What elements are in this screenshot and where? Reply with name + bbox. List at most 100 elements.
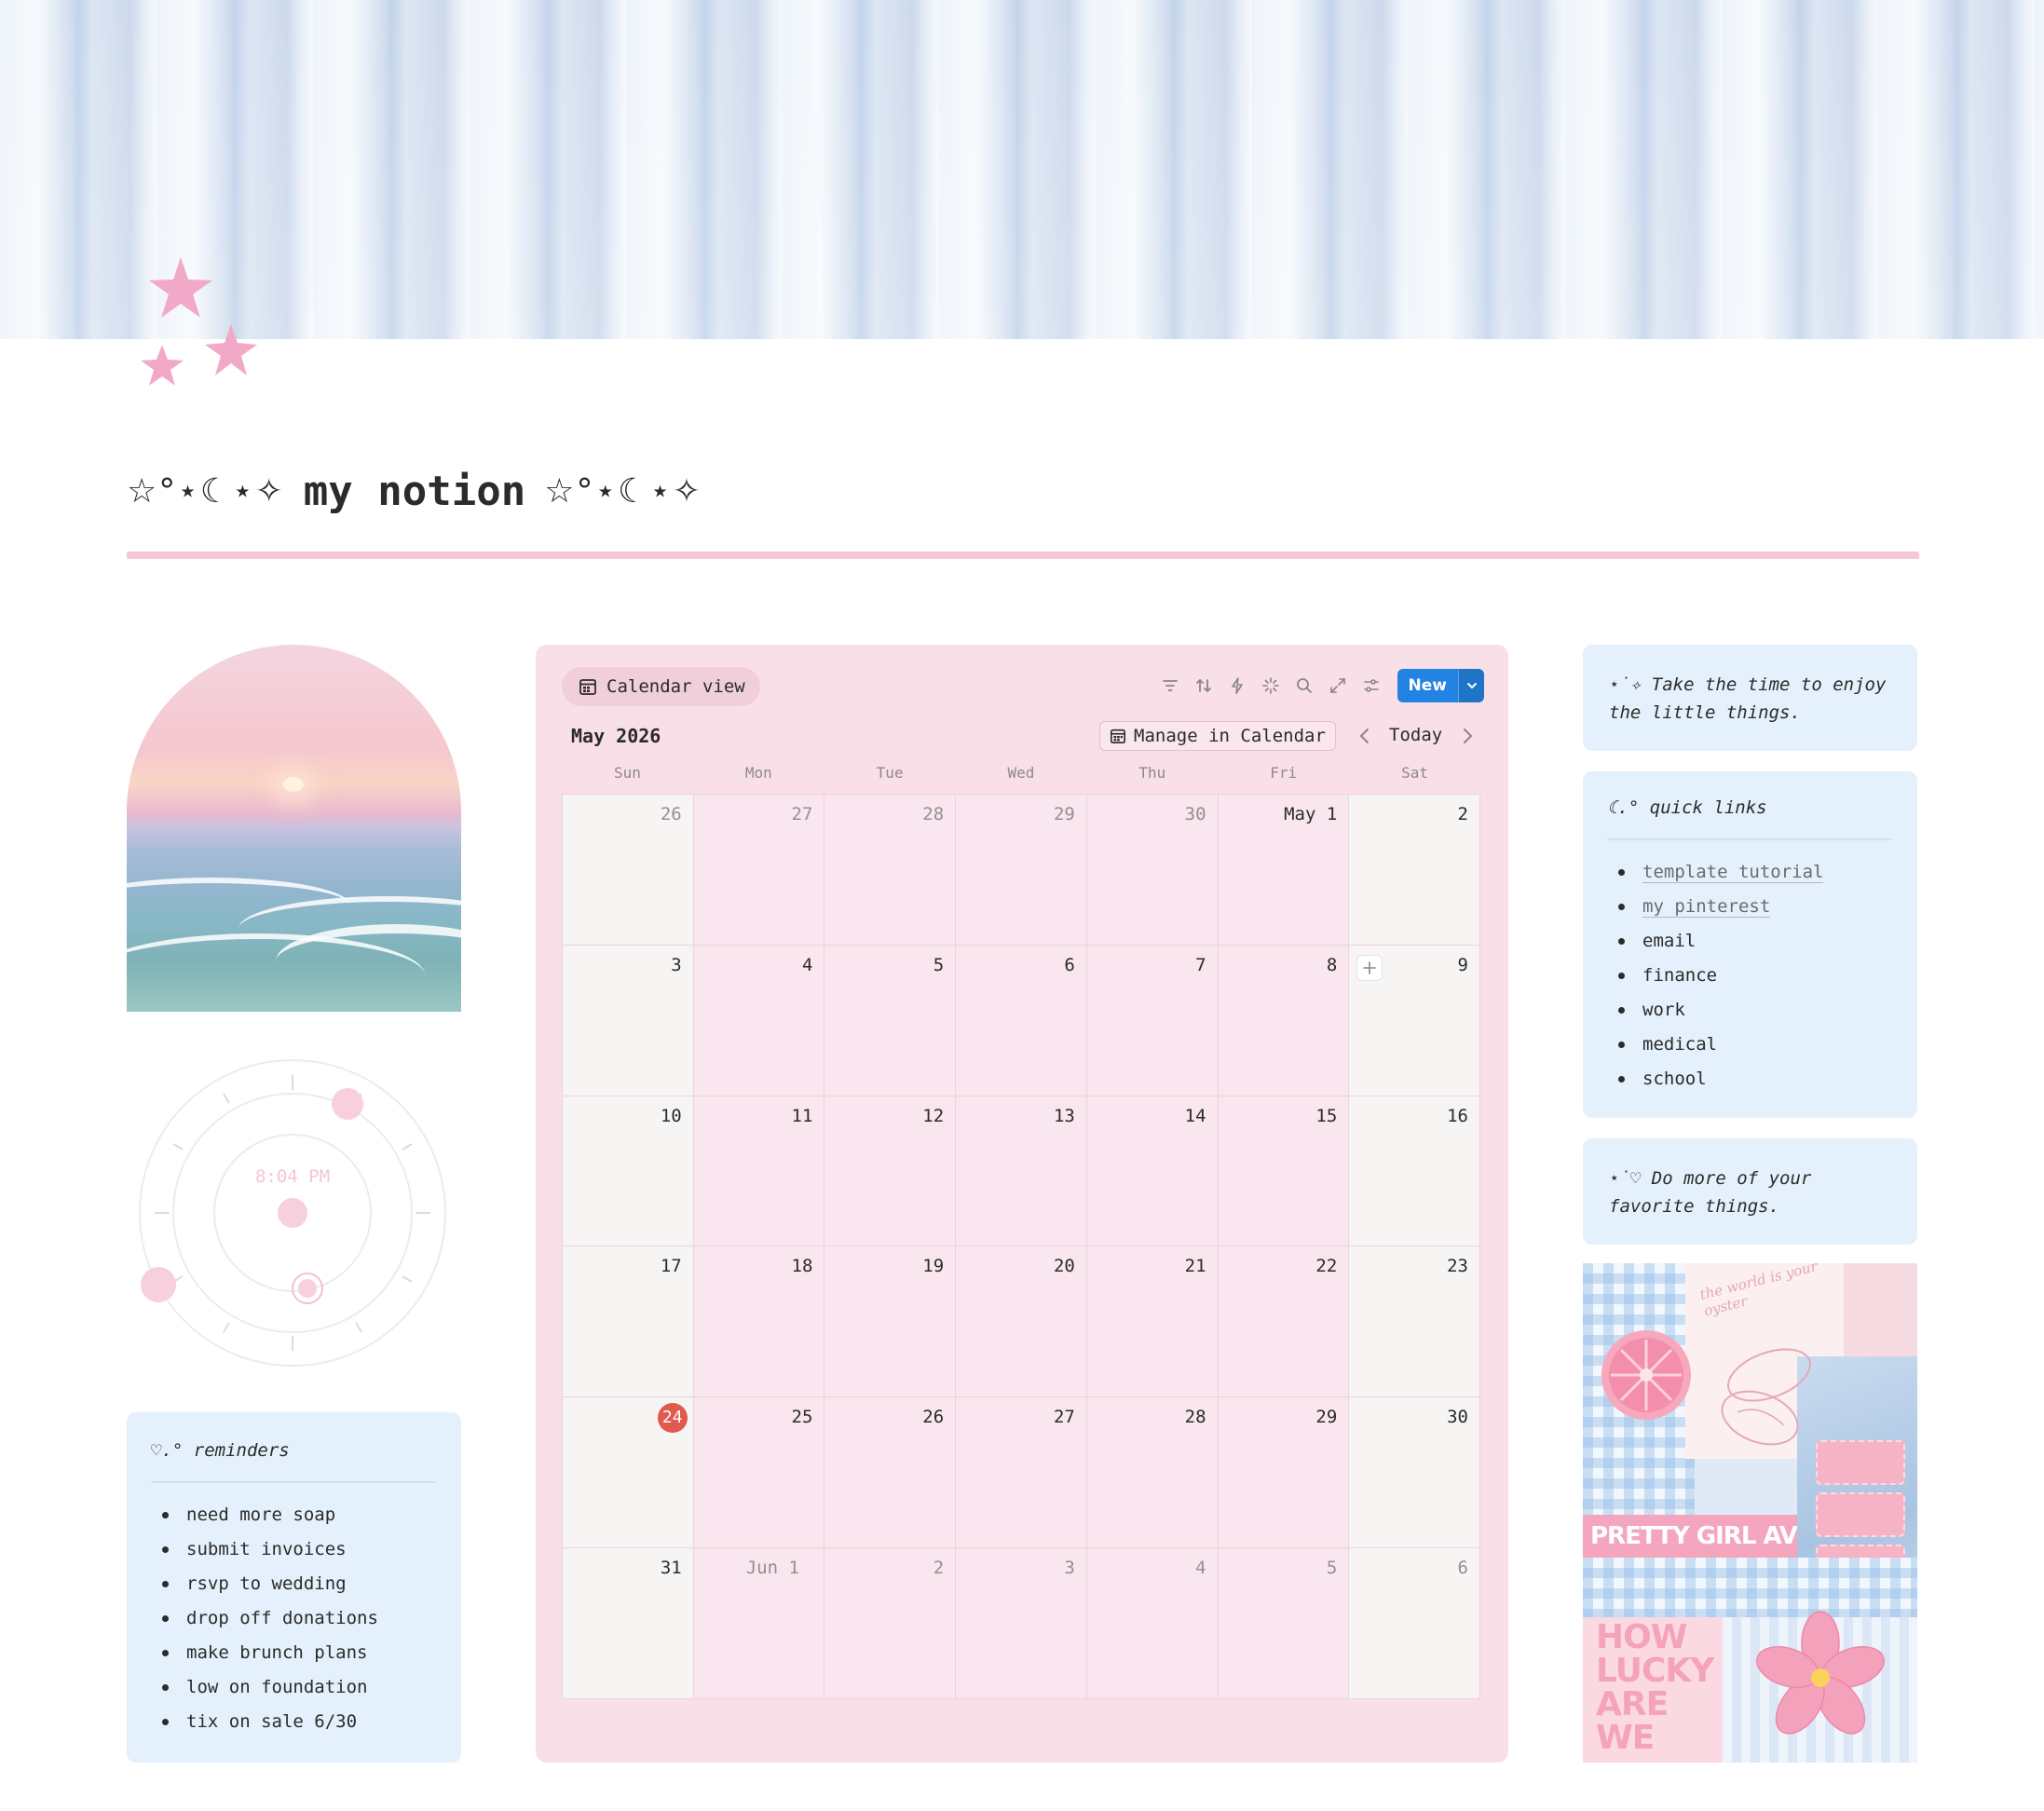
clock-widget[interactable]	[136, 1056, 449, 1369]
calendar-day-cell[interactable]: 25	[693, 1397, 825, 1549]
calendar-day-cell[interactable]: 26	[824, 1397, 957, 1549]
calendar-day-cell[interactable]: 6	[956, 945, 1087, 1096]
ai-sparkle-icon[interactable]	[1260, 674, 1282, 697]
calendar-day-cell[interactable]: 27	[956, 1397, 1087, 1549]
chevron-right-icon[interactable]	[1458, 725, 1477, 747]
calendar-day-cell[interactable]: 29	[1218, 1397, 1350, 1549]
calendar-day-cell[interactable]: 30	[1349, 1397, 1480, 1549]
day-number: 3	[671, 954, 682, 975]
reminders-divider	[151, 1481, 436, 1483]
search-icon[interactable]	[1293, 674, 1315, 697]
calendar-day-cell[interactable]: 6	[1349, 1548, 1480, 1699]
list-item[interactable]: rsvp to wedding	[158, 1567, 378, 1601]
day-number: 2	[933, 1558, 945, 1579]
day-number: 26	[922, 1407, 945, 1428]
stars-page-icon[interactable]	[130, 252, 279, 401]
list-item[interactable]: email	[1615, 924, 1823, 959]
calendar-day-cell[interactable]: 9	[1349, 945, 1480, 1096]
quote-text-top: ⋆˙✧ Take the time to enjoy the little th…	[1609, 674, 1887, 723]
day-number: 3	[1064, 1558, 1075, 1579]
title-divider	[127, 551, 1919, 559]
calendar-day-cell[interactable]: 16	[1349, 1096, 1480, 1247]
chevron-left-icon[interactable]	[1356, 725, 1374, 747]
manage-in-calendar-button[interactable]: Manage in Calendar	[1099, 721, 1336, 751]
list-item[interactable]: low on foundation	[158, 1670, 378, 1705]
calendar-day-cell[interactable]: 20	[956, 1246, 1087, 1398]
calendar-day-cell[interactable]: 12	[824, 1096, 957, 1247]
list-item[interactable]: work	[1615, 993, 1823, 1028]
calendar-day-cell[interactable]: 19	[824, 1246, 957, 1398]
weekday-header: Sun Mon Tue Wed Thu Fri Sat	[562, 764, 1480, 792]
link-my-pinterest[interactable]: my pinterest	[1615, 890, 1823, 924]
calendar-day-cell[interactable]: 8	[1218, 945, 1350, 1096]
link-template-tutorial[interactable]: template tutorial	[1615, 855, 1824, 890]
calendar-day-cell[interactable]: Jun 1	[693, 1548, 825, 1699]
chevron-down-icon[interactable]	[1458, 669, 1484, 702]
calendar-day-cell[interactable]: 2	[1349, 795, 1480, 946]
calendar-day-cell[interactable]: 21	[1086, 1246, 1219, 1398]
calendar-grid: 26 27 28 29 30 May 1 2 3 4 5 6 7 8 9 10 …	[562, 794, 1480, 1699]
day-number: Jun 1	[745, 1558, 799, 1579]
settings-sliders-icon[interactable]	[1360, 674, 1383, 697]
day-number: 4	[801, 954, 813, 975]
list-item[interactable]: tix on sale 6/30	[158, 1705, 378, 1739]
sort-icon[interactable]	[1192, 674, 1215, 697]
day-number: 21	[1184, 1256, 1206, 1277]
new-button[interactable]: New	[1397, 669, 1484, 702]
calendar-day-cell[interactable]: 26	[563, 795, 694, 946]
today-button[interactable]: Today	[1389, 725, 1442, 745]
plus-icon[interactable]	[1356, 954, 1383, 981]
calendar-day-cell[interactable]: 17	[563, 1246, 694, 1398]
calendar-day-cell[interactable]: 5	[1218, 1548, 1350, 1699]
calendar-day-cell[interactable]: 31	[563, 1548, 694, 1699]
filter-icon[interactable]	[1159, 674, 1181, 697]
day-number: 16	[1447, 1105, 1468, 1126]
calendar-day-cell[interactable]: 28	[824, 795, 957, 946]
ticket	[1816, 1440, 1905, 1485]
calendar-day-cell[interactable]: 3	[563, 945, 694, 1096]
calendar-day-cell[interactable]: 23	[1349, 1246, 1480, 1398]
calendar-day-cell[interactable]: 22	[1218, 1246, 1350, 1398]
calendar-day-cell[interactable]: 15	[1218, 1096, 1350, 1247]
calendar-day-cell[interactable]: 2	[824, 1548, 957, 1699]
manage-in-calendar-label: Manage in Calendar	[1134, 726, 1326, 746]
list-item[interactable]: school	[1615, 1062, 1823, 1096]
calendar-day-cell[interactable]: 7	[1086, 945, 1219, 1096]
street-sign-text: PRETTY GIRL AVE	[1583, 1515, 1797, 1558]
calendar-day-cell[interactable]: 28	[1086, 1397, 1219, 1549]
day-number: 14	[1184, 1105, 1206, 1126]
calendar-day-cell[interactable]: 30	[1086, 795, 1219, 946]
list-item[interactable]: finance	[1615, 959, 1823, 993]
calendar-day-cell[interactable]: 4	[693, 945, 825, 1096]
list-item[interactable]: drop off donations	[158, 1601, 378, 1636]
calendar-day-cell[interactable]: 14	[1086, 1096, 1219, 1247]
calendar-day-cell[interactable]: 10	[563, 1096, 694, 1247]
database-toolbar: New	[1159, 669, 1484, 702]
weekday-label: Wed	[1007, 764, 1035, 782]
calendar-day-cell[interactable]: 13	[956, 1096, 1087, 1247]
calendar-day-cell[interactable]: 27	[693, 795, 825, 946]
calendar-day-cell[interactable]: May 1	[1218, 795, 1350, 946]
calendar-day-cell[interactable]: 18	[693, 1246, 825, 1398]
new-button-label[interactable]: New	[1397, 669, 1458, 702]
reminders-card: ♡.° reminders need more soap submit invo…	[127, 1412, 461, 1763]
list-item[interactable]: medical	[1615, 1028, 1823, 1062]
automation-bolt-icon[interactable]	[1226, 674, 1248, 697]
page-title[interactable]: my notion	[304, 468, 525, 515]
collage-quote-text: HOW LUCKY ARE WE	[1596, 1618, 1714, 1757]
day-number: 25	[791, 1407, 813, 1428]
list-item[interactable]: make brunch plans	[158, 1636, 378, 1670]
calendar-view-tab[interactable]: Calendar view	[562, 667, 760, 706]
expand-icon[interactable]	[1327, 674, 1349, 697]
weekday-label: Mon	[744, 764, 772, 782]
calendar-day-cell[interactable]: 4	[1086, 1548, 1219, 1699]
calendar-day-cell-today[interactable]: 24	[563, 1397, 694, 1549]
list-item[interactable]: need more soap	[158, 1498, 378, 1532]
list-item[interactable]: submit invoices	[158, 1532, 378, 1567]
calendar-day-cell[interactable]: 11	[693, 1096, 825, 1247]
cover-image[interactable]	[0, 0, 2044, 339]
calendar-day-cell[interactable]: 29	[956, 795, 1087, 946]
calendar-day-cell[interactable]: 3	[956, 1548, 1087, 1699]
day-number: May 1	[1284, 804, 1338, 824]
calendar-day-cell[interactable]: 5	[824, 945, 957, 1096]
